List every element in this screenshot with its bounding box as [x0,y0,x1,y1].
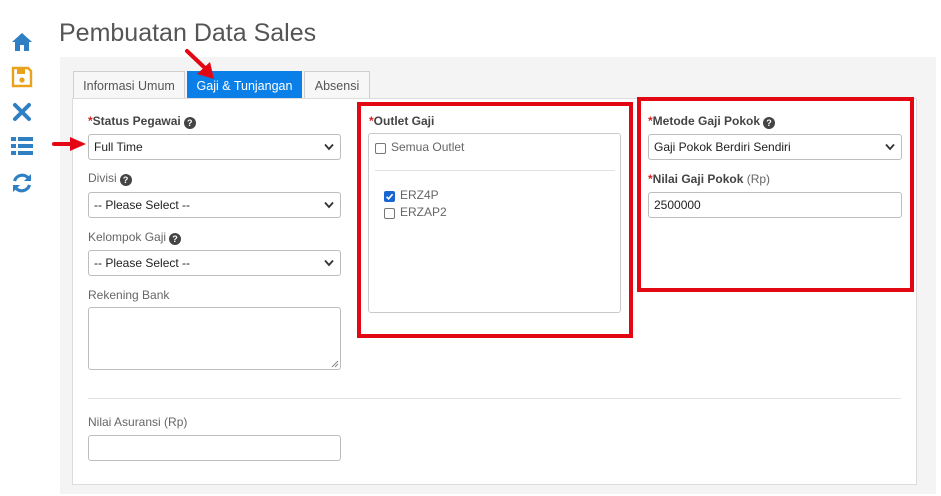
tab-informasi-umum[interactable]: Informasi Umum [73,71,185,99]
status-pegawai-label: *Status Pegawai? [88,114,196,129]
annotation-box-gaji-pokok [637,97,914,292]
chevron-down-icon [324,201,334,209]
chevron-down-icon [324,143,334,151]
home-icon[interactable] [10,30,34,54]
nilai-asuransi-label: Nilai Asuransi (Rp) [88,415,188,429]
help-icon[interactable]: ? [169,233,182,245]
annotation-arrow-icon [52,137,86,151]
list-icon[interactable] [10,134,34,158]
rekening-bank-textarea[interactable] [88,307,341,370]
status-pegawai-select[interactable]: Full Time [88,134,341,160]
divisi-label: Divisi? [88,171,132,186]
refresh-icon[interactable] [10,171,34,195]
help-icon[interactable]: ? [119,174,132,186]
annotation-box-outlet [357,102,633,338]
divisi-select[interactable]: -- Please Select -- [88,192,341,218]
chevron-down-icon [324,259,334,267]
nilai-asuransi-input[interactable] [88,435,341,461]
kelompok-gaji-label: Kelompok Gaji? [88,230,182,245]
close-icon[interactable] [10,100,34,124]
help-icon[interactable]: ? [183,117,196,129]
sidebar [0,0,44,496]
resize-grip-icon[interactable] [331,360,339,368]
save-icon[interactable] [10,65,34,89]
kelompok-gaji-select[interactable]: -- Please Select -- [88,250,341,276]
section-divider [88,398,901,399]
annotation-arrow-icon [185,49,214,79]
page-title: Pembuatan Data Sales [59,19,317,47]
tab-absensi[interactable]: Absensi [304,71,370,99]
rekening-bank-label: Rekening Bank [88,288,170,302]
